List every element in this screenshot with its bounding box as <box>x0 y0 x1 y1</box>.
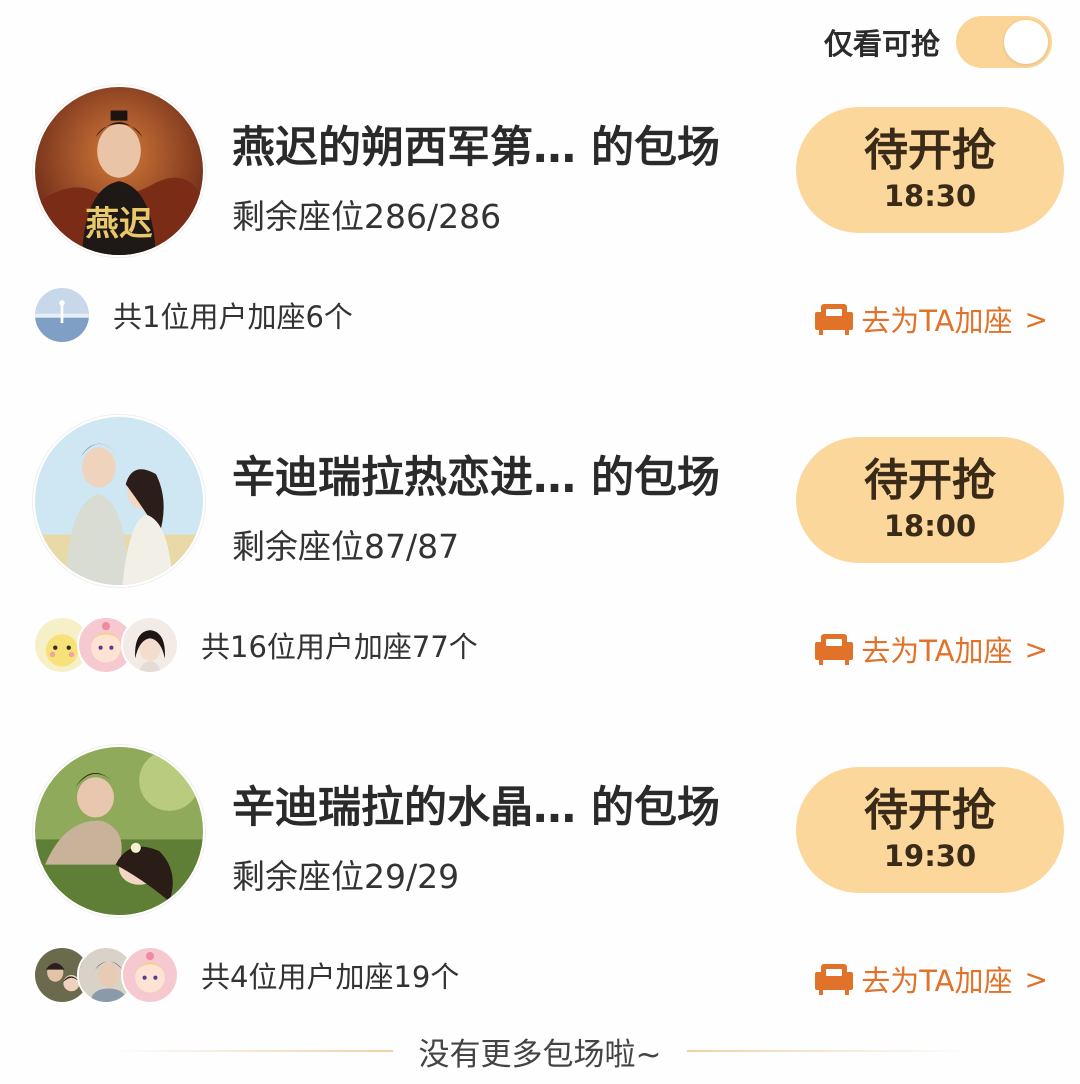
avatar <box>121 616 179 674</box>
add-seat-link[interactable]: 去为TA加座 > <box>815 958 1048 1000</box>
filter-label: 仅看可抢 <box>823 27 940 61</box>
remaining-seats: 剩余座位29/29 <box>232 857 460 896</box>
list-end-footer: 没有更多包场啦~ <box>0 1028 1080 1074</box>
screening-title: 辛迪瑞拉的水晶… 的包场 <box>232 783 720 833</box>
grab-start-time: 19:30 <box>883 839 977 874</box>
page: 仅看可抢 燕迟 燕迟的朔西军第… 的包场 剩余座位286/286 待开抢 18:… <box>0 0 1080 1084</box>
avatar-stack <box>33 286 91 344</box>
joined-users: 共4位用户加座19个 <box>33 945 459 1005</box>
grab-button[interactable]: 待开抢 18:30 <box>796 107 1064 233</box>
joined-users: 共16位用户加座77个 <box>33 615 478 675</box>
avatar <box>33 286 91 344</box>
screening-title: 燕迟的朔西军第… 的包场 <box>232 123 720 173</box>
grab-start-time: 18:00 <box>883 509 977 544</box>
no-more-text: 没有更多包场啦~ <box>418 1036 662 1073</box>
chevron-right-icon: > <box>1024 632 1048 666</box>
screening-card: 燕迟 燕迟的朔西军第… 的包场 剩余座位286/286 待开抢 18:30 共1… <box>0 80 1080 380</box>
sofa-icon <box>815 634 854 665</box>
add-seat-link[interactable]: 去为TA加座 > <box>815 298 1048 340</box>
sofa-icon <box>815 964 854 995</box>
joined-users-text: 共1位用户加座6个 <box>113 300 353 334</box>
chevron-right-icon: > <box>1024 302 1048 336</box>
screening-card: 辛迪瑞拉热恋进… 的包场 剩余座位87/87 待开抢 18:00 共16位用户加… <box>0 410 1080 710</box>
screening-title: 辛迪瑞拉热恋进… 的包场 <box>232 453 720 503</box>
avatar-stack <box>33 616 179 674</box>
toggle-knob <box>1004 20 1048 64</box>
add-seat-text: 去为TA加座 <box>861 634 1013 668</box>
grab-button-label: 待开抢 <box>864 454 996 506</box>
joined-users-text: 共4位用户加座19个 <box>201 960 460 994</box>
grab-button[interactable]: 待开抢 18:00 <box>796 437 1064 563</box>
divider <box>687 1050 968 1052</box>
screening-card: 辛迪瑞拉的水晶… 的包场 剩余座位29/29 待开抢 19:30 共4位用户加座… <box>0 740 1080 1040</box>
remaining-seats: 剩余座位286/286 <box>232 197 502 236</box>
avatar-stack <box>33 946 179 1004</box>
chevron-right-icon: > <box>1024 962 1048 996</box>
filter-bar: 仅看可抢 <box>824 16 1052 68</box>
grab-button-label: 待开抢 <box>864 124 996 176</box>
add-seat-link[interactable]: 去为TA加座 > <box>815 628 1048 670</box>
joined-users-text: 共16位用户加座77个 <box>201 630 478 664</box>
screening-poster[interactable] <box>33 745 205 917</box>
only-available-toggle[interactable] <box>956 16 1052 68</box>
remaining-seats: 剩余座位87/87 <box>232 527 460 566</box>
grab-button[interactable]: 待开抢 19:30 <box>796 767 1064 893</box>
grab-button-label: 待开抢 <box>864 784 996 836</box>
add-seat-text: 去为TA加座 <box>861 964 1013 998</box>
svg-text:燕迟: 燕迟 <box>85 203 153 243</box>
grab-start-time: 18:30 <box>883 179 977 214</box>
joined-users: 共1位用户加座6个 <box>33 285 353 345</box>
sofa-icon <box>815 304 854 335</box>
screening-poster[interactable] <box>33 415 205 587</box>
add-seat-text: 去为TA加座 <box>861 304 1013 338</box>
divider <box>112 1050 393 1052</box>
avatar <box>121 946 179 1004</box>
screening-poster[interactable]: 燕迟 <box>33 85 205 257</box>
